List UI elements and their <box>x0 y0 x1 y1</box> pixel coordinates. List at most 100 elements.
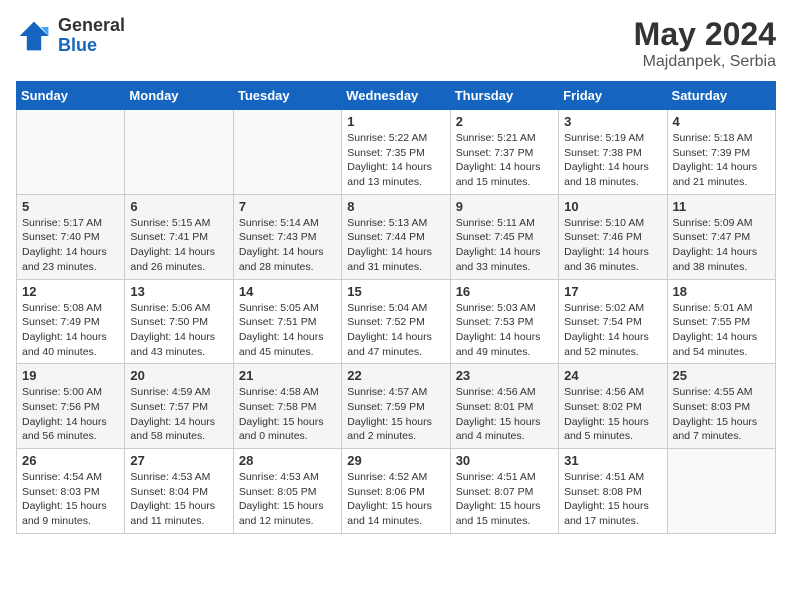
day-number: 11 <box>673 199 770 214</box>
day-info: Sunrise: 4:55 AM Sunset: 8:03 PM Dayligh… <box>673 385 770 444</box>
logo-icon <box>16 18 52 54</box>
calendar-day-cell <box>17 110 125 195</box>
day-number: 6 <box>130 199 227 214</box>
day-info: Sunrise: 5:15 AM Sunset: 7:41 PM Dayligh… <box>130 216 227 275</box>
calendar-day-cell <box>233 110 341 195</box>
day-number: 13 <box>130 284 227 299</box>
day-info: Sunrise: 5:11 AM Sunset: 7:45 PM Dayligh… <box>456 216 553 275</box>
calendar-day-cell: 9 Sunrise: 5:11 AM Sunset: 7:45 PM Daylig… <box>450 194 558 279</box>
calendar-day-cell: 12Sunrise: 5:08 AM Sunset: 7:49 PM Dayli… <box>17 279 125 364</box>
day-number: 23 <box>456 368 553 383</box>
calendar-day-cell: 8Sunrise: 5:13 AM Sunset: 7:44 PM Daylig… <box>342 194 450 279</box>
calendar-day-cell: 17 Sunrise: 5:02 AM Sunset: 7:54 PM Dayli… <box>559 279 667 364</box>
weekday-header-cell: Monday <box>125 82 233 110</box>
day-info: Sunrise: 4:57 AM Sunset: 7:59 PM Dayligh… <box>347 385 444 444</box>
day-number: 10 <box>564 199 661 214</box>
calendar-table: SundayMondayTuesdayWednesdayThursdayFrid… <box>16 81 776 534</box>
calendar-day-cell: 6 Sunrise: 5:15 AM Sunset: 7:41 PM Daylig… <box>125 194 233 279</box>
day-info: Sunrise: 5:04 AM Sunset: 7:52 PM Dayligh… <box>347 301 444 360</box>
logo-text: General Blue <box>58 16 125 56</box>
weekday-header-cell: Thursday <box>450 82 558 110</box>
calendar-day-cell: 25Sunrise: 4:55 AM Sunset: 8:03 PM Dayli… <box>667 364 775 449</box>
day-number: 27 <box>130 453 227 468</box>
day-info: Sunrise: 4:51 AM Sunset: 8:08 PM Dayligh… <box>564 470 661 529</box>
day-number: 9 <box>456 199 553 214</box>
weekday-header-cell: Friday <box>559 82 667 110</box>
calendar-day-cell: 10 Sunrise: 5:10 AM Sunset: 7:46 PM Dayli… <box>559 194 667 279</box>
weekday-header-row: SundayMondayTuesdayWednesdayThursdayFrid… <box>17 82 776 110</box>
calendar-week-row: 26 Sunrise: 4:54 AM Sunset: 8:03 PM Dayli… <box>17 449 776 534</box>
day-info: Sunrise: 5:14 AM Sunset: 7:43 PM Dayligh… <box>239 216 336 275</box>
day-number: 16 <box>456 284 553 299</box>
calendar-day-cell: 31 Sunrise: 4:51 AM Sunset: 8:08 PM Dayli… <box>559 449 667 534</box>
logo-blue-text: Blue <box>58 36 125 56</box>
day-info: Sunrise: 4:59 AM Sunset: 7:57 PM Dayligh… <box>130 385 227 444</box>
day-info: Sunrise: 4:52 AM Sunset: 8:06 PM Dayligh… <box>347 470 444 529</box>
day-info: Sunrise: 5:03 AM Sunset: 7:53 PM Dayligh… <box>456 301 553 360</box>
day-number: 18 <box>673 284 770 299</box>
calendar-day-cell: 21 Sunrise: 4:58 AM Sunset: 7:58 PM Dayli… <box>233 364 341 449</box>
day-info: Sunrise: 5:21 AM Sunset: 7:37 PM Dayligh… <box>456 131 553 190</box>
day-info: Sunrise: 4:56 AM Sunset: 8:02 PM Dayligh… <box>564 385 661 444</box>
day-number: 17 <box>564 284 661 299</box>
calendar-day-cell: 26 Sunrise: 4:54 AM Sunset: 8:03 PM Dayli… <box>17 449 125 534</box>
calendar-day-cell: 4Sunrise: 5:18 AM Sunset: 7:39 PM Daylig… <box>667 110 775 195</box>
calendar-day-cell: 18 Sunrise: 5:01 AM Sunset: 7:55 PM Dayli… <box>667 279 775 364</box>
day-number: 4 <box>673 114 770 129</box>
day-number: 22 <box>347 368 444 383</box>
weekday-header-cell: Tuesday <box>233 82 341 110</box>
calendar-day-cell: 29 Sunrise: 4:52 AM Sunset: 8:06 PM Dayli… <box>342 449 450 534</box>
calendar-subtitle: Majdanpek, Serbia <box>634 53 776 71</box>
day-info: Sunrise: 5:01 AM Sunset: 7:55 PM Dayligh… <box>673 301 770 360</box>
day-number: 26 <box>22 453 119 468</box>
day-info: Sunrise: 4:51 AM Sunset: 8:07 PM Dayligh… <box>456 470 553 529</box>
day-number: 5 <box>22 199 119 214</box>
calendar-week-row: 12Sunrise: 5:08 AM Sunset: 7:49 PM Dayli… <box>17 279 776 364</box>
day-info: Sunrise: 5:00 AM Sunset: 7:56 PM Dayligh… <box>22 385 119 444</box>
day-number: 31 <box>564 453 661 468</box>
day-number: 3 <box>564 114 661 129</box>
logo: General Blue <box>16 16 125 56</box>
day-number: 2 <box>456 114 553 129</box>
calendar-day-cell: 22 Sunrise: 4:57 AM Sunset: 7:59 PM Dayli… <box>342 364 450 449</box>
day-info: Sunrise: 5:13 AM Sunset: 7:44 PM Dayligh… <box>347 216 444 275</box>
calendar-day-cell: 24Sunrise: 4:56 AM Sunset: 8:02 PM Dayli… <box>559 364 667 449</box>
day-info: Sunrise: 5:22 AM Sunset: 7:35 PM Dayligh… <box>347 131 444 190</box>
calendar-day-cell: 15 Sunrise: 5:04 AM Sunset: 7:52 PM Dayli… <box>342 279 450 364</box>
calendar-title: May 2024 <box>634 16 776 53</box>
day-info: Sunrise: 5:09 AM Sunset: 7:47 PM Dayligh… <box>673 216 770 275</box>
calendar-week-row: 19 Sunrise: 5:00 AM Sunset: 7:56 PM Dayli… <box>17 364 776 449</box>
calendar-day-cell: 7Sunrise: 5:14 AM Sunset: 7:43 PM Daylig… <box>233 194 341 279</box>
title-area: May 2024 Majdanpek, Serbia <box>634 16 776 71</box>
day-number: 29 <box>347 453 444 468</box>
day-info: Sunrise: 5:06 AM Sunset: 7:50 PM Dayligh… <box>130 301 227 360</box>
calendar-day-cell: 23 Sunrise: 4:56 AM Sunset: 8:01 PM Dayli… <box>450 364 558 449</box>
day-info: Sunrise: 4:53 AM Sunset: 8:05 PM Dayligh… <box>239 470 336 529</box>
day-number: 28 <box>239 453 336 468</box>
day-info: Sunrise: 4:56 AM Sunset: 8:01 PM Dayligh… <box>456 385 553 444</box>
day-number: 15 <box>347 284 444 299</box>
calendar-day-cell: 27 Sunrise: 4:53 AM Sunset: 8:04 PM Dayli… <box>125 449 233 534</box>
day-info: Sunrise: 5:08 AM Sunset: 7:49 PM Dayligh… <box>22 301 119 360</box>
calendar-week-row: 5 Sunrise: 5:17 AM Sunset: 7:40 PM Daylig… <box>17 194 776 279</box>
calendar-day-cell: 14Sunrise: 5:05 AM Sunset: 7:51 PM Dayli… <box>233 279 341 364</box>
calendar-day-cell: 3Sunrise: 5:19 AM Sunset: 7:38 PM Daylig… <box>559 110 667 195</box>
calendar-day-cell: 16 Sunrise: 5:03 AM Sunset: 7:53 PM Dayli… <box>450 279 558 364</box>
calendar-body: 1Sunrise: 5:22 AM Sunset: 7:35 PM Daylig… <box>17 110 776 534</box>
calendar-day-cell: 5 Sunrise: 5:17 AM Sunset: 7:40 PM Daylig… <box>17 194 125 279</box>
calendar-day-cell: 28 Sunrise: 4:53 AM Sunset: 8:05 PM Dayli… <box>233 449 341 534</box>
day-info: Sunrise: 5:10 AM Sunset: 7:46 PM Dayligh… <box>564 216 661 275</box>
day-info: Sunrise: 5:17 AM Sunset: 7:40 PM Dayligh… <box>22 216 119 275</box>
calendar-day-cell <box>667 449 775 534</box>
day-info: Sunrise: 4:58 AM Sunset: 7:58 PM Dayligh… <box>239 385 336 444</box>
day-number: 19 <box>22 368 119 383</box>
day-info: Sunrise: 4:54 AM Sunset: 8:03 PM Dayligh… <box>22 470 119 529</box>
day-number: 14 <box>239 284 336 299</box>
calendar-day-cell: 11 Sunrise: 5:09 AM Sunset: 7:47 PM Dayli… <box>667 194 775 279</box>
day-info: Sunrise: 4:53 AM Sunset: 8:04 PM Dayligh… <box>130 470 227 529</box>
weekday-header-cell: Saturday <box>667 82 775 110</box>
day-number: 20 <box>130 368 227 383</box>
day-info: Sunrise: 5:02 AM Sunset: 7:54 PM Dayligh… <box>564 301 661 360</box>
calendar-day-cell <box>125 110 233 195</box>
day-number: 21 <box>239 368 336 383</box>
